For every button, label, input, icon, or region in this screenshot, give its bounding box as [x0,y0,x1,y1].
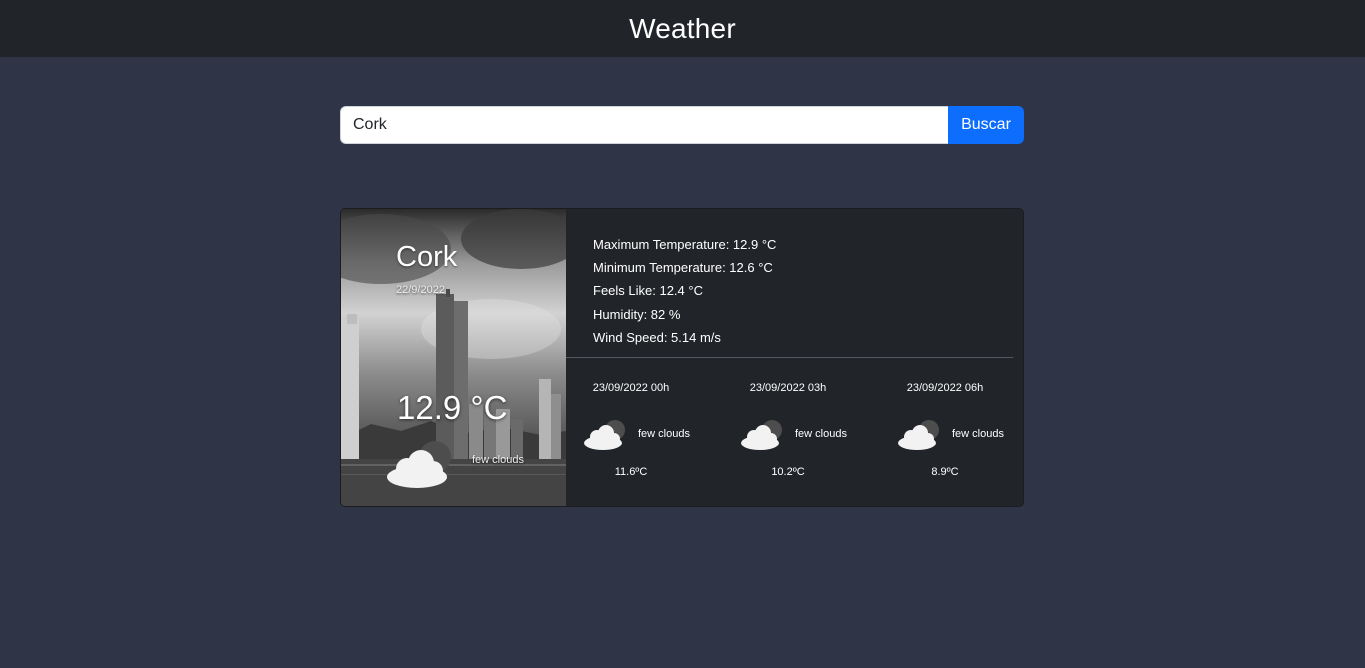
forecast-time: 23/09/2022 00h [592,382,670,394]
forecast-time: 23/09/2022 06h [906,382,984,394]
current-temperature: 12.9 °C [397,389,508,426]
forecast-item: 23/09/2022 03h few clouds 10.2ºC [723,358,873,506]
forecast-description: few clouds [638,428,690,440]
humidity: Humidity: 82 % [593,306,681,322]
forecast-temperature: 10.2ºC [771,466,805,478]
weather-details: Maximum Temperature: 12.9 °C Minimum Tem… [593,233,776,349]
current-date: 22/9/2022 [396,284,445,296]
page-title: Weather [629,12,736,44]
search-button[interactable]: Buscar [948,106,1024,144]
few-clouds-icon [741,420,782,450]
forecast-description: few clouds [795,428,847,440]
forecast-item: 23/09/2022 00h few clouds 11.6ºC [566,358,716,506]
forecast-time: 23/09/2022 03h [749,382,827,394]
forecast-item: 23/09/2022 06h few clouds 8.9ºC [880,358,1023,506]
city-search-input[interactable] [340,106,948,144]
few-clouds-icon [387,441,451,488]
forecast-temperature: 11.6ºC [614,466,648,478]
max-temperature: Maximum Temperature: 12.9 °C [593,237,777,252]
min-temperature: Minimum Temperature: 12.6 °C [593,260,773,276]
app-header: Weather [0,0,1365,57]
wind-speed: Wind Speed: 5.14 m/s [593,329,721,345]
forecast-temperature: 8.9ºC [931,466,959,478]
current-weather-panel: Cork 22/9/2022 12.9 °C few clouds [341,209,566,506]
few-clouds-icon [584,420,625,450]
few-clouds-icon [898,420,939,450]
feels-like: Feels Like: 12.4 °C [593,283,703,299]
current-description: few clouds [472,454,524,466]
forecast-description: few clouds [952,428,1004,440]
search-bar: Buscar [340,106,1024,144]
weather-card: Cork 22/9/2022 12.9 °C few clouds Maximu… [340,208,1024,507]
forecast-list: 23/09/2022 00h few clouds 11.6ºC 23/09/2… [566,358,1023,506]
current-city-name: Cork [396,241,458,273]
